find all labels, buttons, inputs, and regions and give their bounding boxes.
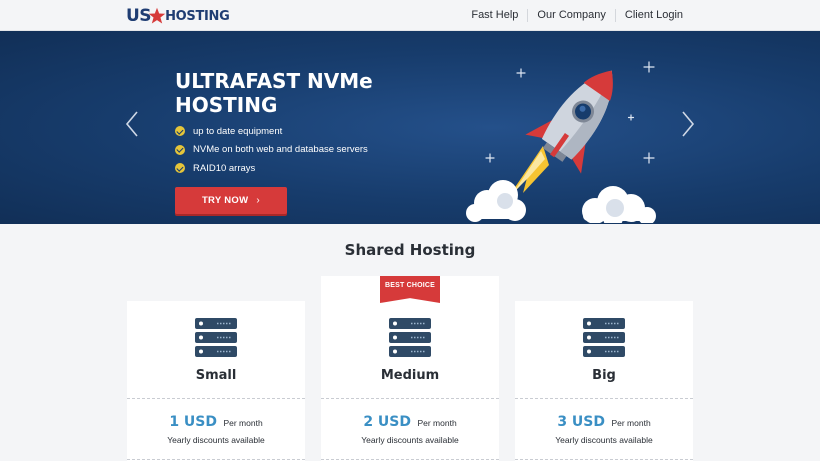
nav-fast-help[interactable]: Fast Help (462, 9, 527, 22)
check-icon (175, 163, 185, 174)
price-period: Per month (611, 418, 651, 428)
price-row: 3 USD Per month (515, 413, 693, 431)
price-period: Per month (223, 418, 263, 428)
price-period: Per month (417, 418, 457, 428)
price-row: 2 USD Per month (321, 413, 499, 431)
try-now-button[interactable]: TRY NOW › (175, 187, 287, 214)
dashed-divider (515, 459, 693, 460)
dashed-divider (515, 398, 693, 399)
server-icon (389, 318, 431, 357)
price-row: 1 USD Per month (127, 413, 305, 431)
feature-text: NVMe on both web and database servers (193, 144, 368, 156)
logo[interactable]: US HOSTING (126, 5, 230, 27)
feature-list: up to date equipment NVMe on both web an… (175, 122, 368, 178)
check-icon (175, 126, 185, 137)
best-choice-badge: BEST CHOICE (380, 276, 440, 303)
plan-price: 2 USD (363, 414, 411, 430)
plan-card-medium[interactable]: BEST CHOICE Medium 2 USD Per month Yearl… (321, 276, 499, 461)
plan-price: 3 USD (557, 414, 605, 430)
discount-note: Yearly discounts available (361, 435, 459, 445)
feature-item: RAID10 arrays (175, 159, 368, 178)
check-icon (175, 144, 185, 155)
plan-name: Medium (380, 368, 440, 383)
dashed-divider (321, 398, 499, 399)
feature-text: up to date equipment (193, 125, 283, 137)
chevron-right-icon: › (256, 195, 261, 206)
discount-note: Yearly discounts available (555, 435, 653, 445)
star-icon (148, 7, 166, 24)
rocket-illustration (466, 61, 656, 223)
plan-name: Small (195, 368, 237, 383)
server-icon (583, 318, 625, 357)
try-now-label: TRY NOW (201, 195, 249, 206)
feature-item: NVMe on both web and database servers (175, 141, 368, 160)
feature-item: up to date equipment (175, 122, 368, 141)
section-title: Shared Hosting (344, 241, 476, 259)
plan-price: 1 USD (169, 414, 217, 430)
nav-our-company[interactable]: Our Company (527, 9, 614, 22)
feature-text: RAID10 arrays (193, 162, 256, 174)
plan-card-small[interactable]: Small 1 USD Per month Yearly discounts a… (127, 301, 305, 461)
dashed-divider (127, 459, 305, 460)
discount-note: Yearly discounts available (167, 435, 265, 445)
plan-name: Big (592, 368, 616, 383)
nav-client-login[interactable]: Client Login (614, 9, 692, 22)
server-icon (195, 318, 237, 357)
chevron-right-icon[interactable] (681, 111, 695, 137)
hero-banner: ULTRAFAST NVMe HOSTING up to date equipm… (0, 31, 820, 224)
main-nav: Fast Help Our Company Client Login (462, 0, 692, 31)
dashed-divider (127, 398, 305, 399)
hero-title: ULTRAFAST NVMe HOSTING (175, 69, 373, 117)
plan-card-big[interactable]: Big 3 USD Per month Yearly discounts ava… (515, 301, 693, 461)
chevron-left-icon[interactable] (125, 111, 139, 137)
dashed-divider (321, 459, 499, 460)
site-header: US HOSTING Fast Help Our Company Client … (0, 0, 820, 31)
logo-hosting-text: HOSTING (165, 8, 230, 24)
